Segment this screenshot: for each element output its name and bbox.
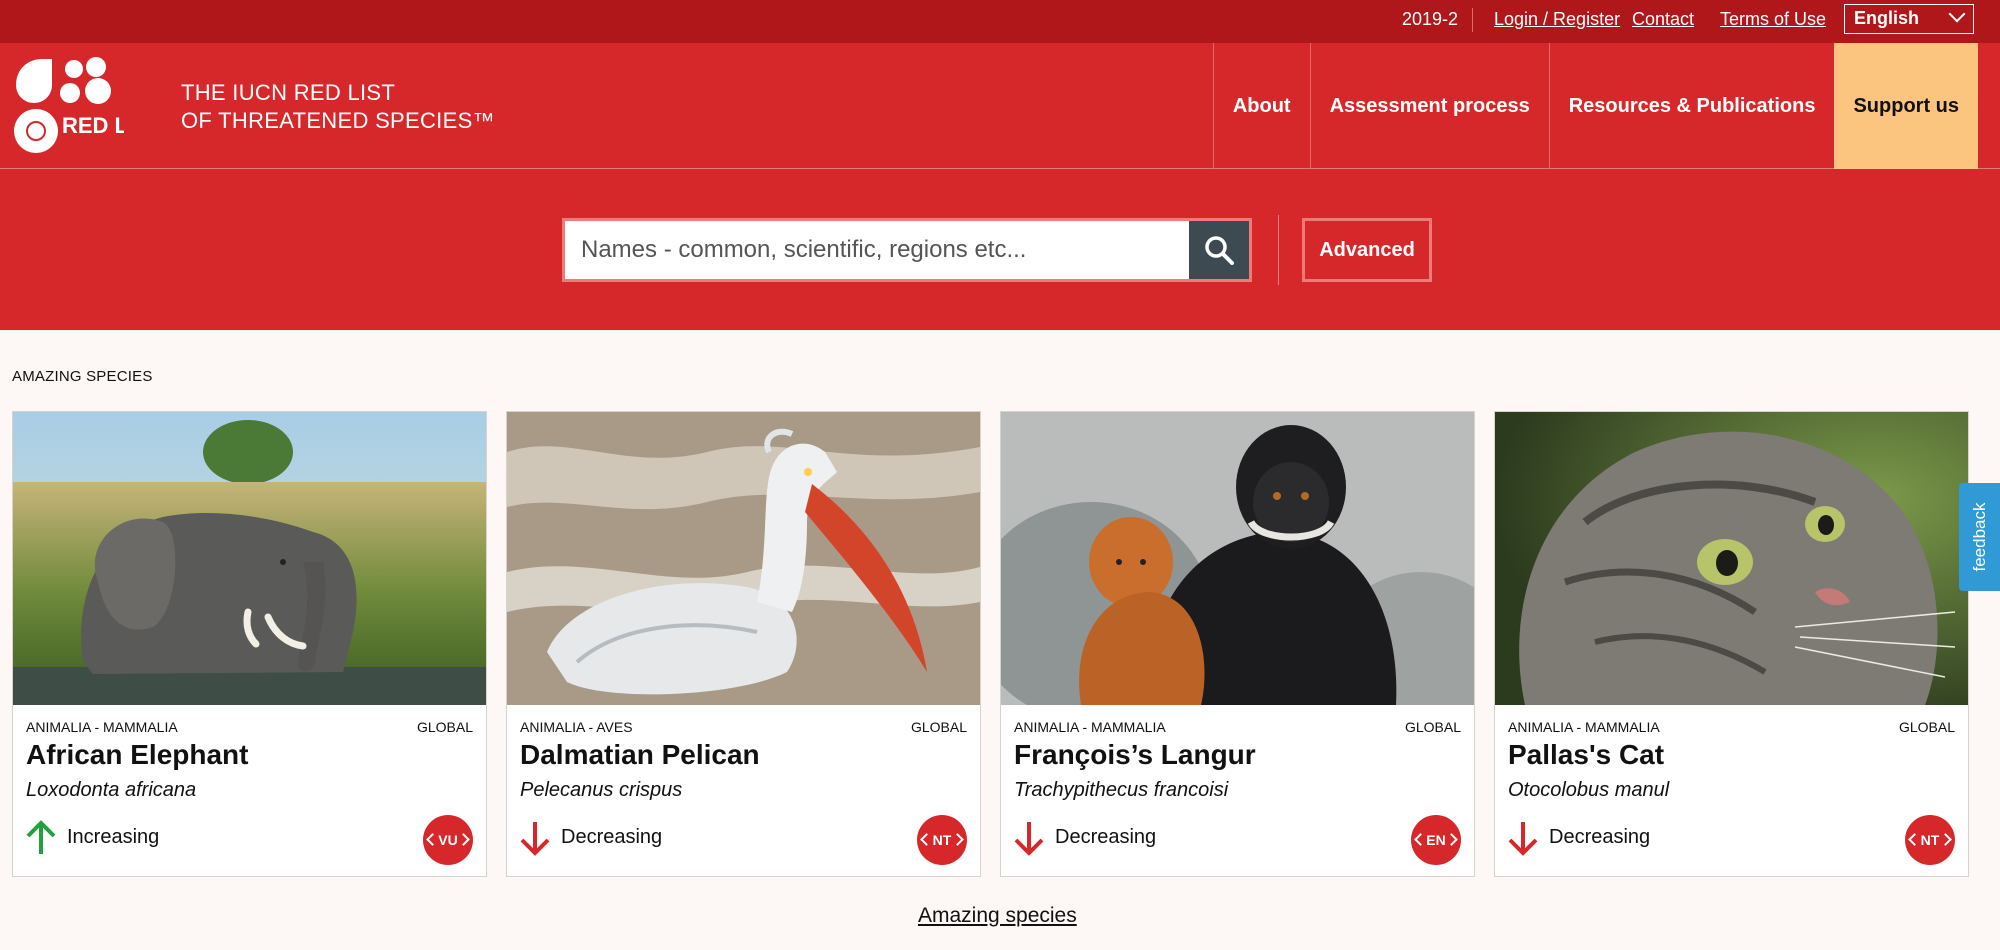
red-list-logo[interactable]: RED LIST [14, 57, 124, 157]
arrow-down-icon [520, 822, 550, 856]
common-name: African Elephant [26, 739, 249, 770]
taxonomy-label: ANIMALIA - MAMMALIA [1014, 719, 1166, 735]
common-name: François’s Langur [1014, 739, 1256, 770]
arrow-down-icon [1508, 822, 1538, 856]
top-bar: 2019-2 Login / Register Contact Terms of… [0, 0, 2000, 43]
site-title-line2: OF THREATENED SPECIES™ [181, 108, 495, 133]
arrow-up-icon [26, 820, 56, 854]
scientific-name: Trachypithecus francoisi [1014, 779, 1229, 801]
status-code: NT [932, 832, 952, 848]
scientific-name: Otocolobus manul [1508, 779, 1670, 801]
nav-about[interactable]: About [1212, 43, 1310, 169]
search-band: Advanced [0, 169, 2000, 330]
status-badge[interactable]: EN [1411, 815, 1461, 865]
species-photo [507, 412, 980, 705]
status-code: VU [438, 832, 458, 848]
nav-support-us[interactable]: Support us [1834, 43, 1978, 169]
species-card[interactable]: ANIMALIA - MAMMALIA GLOBAL Pallas's Cat … [1494, 411, 1969, 877]
status-badge[interactable]: NT [1905, 815, 1955, 865]
taxonomy-label: ANIMALIA - AVES [520, 719, 633, 735]
species-card[interactable]: ANIMALIA - MAMMALIA GLOBAL François’s La… [1000, 411, 1475, 877]
population-trend: Decreasing [1549, 826, 1651, 848]
advanced-search-button[interactable]: Advanced [1302, 218, 1432, 282]
search-icon [1205, 236, 1234, 265]
species-card[interactable]: ANIMALIA - MAMMALIA GLOBAL African Eleph… [12, 411, 487, 877]
main-nav: About Assessment process Resources & Pub… [1212, 43, 1978, 169]
search-button[interactable] [1189, 221, 1249, 279]
common-name: Pallas's Cat [1508, 739, 1665, 770]
scope-label: GLOBAL [1404, 719, 1461, 735]
language-select[interactable]: English [1844, 4, 1974, 34]
scientific-name: Pelecanus crispus [520, 779, 683, 801]
nav-resources-publications[interactable]: Resources & Publications [1548, 43, 1835, 169]
site-header: RED LIST THE IUCN RED LIST OF THREATENED… [0, 43, 2000, 169]
population-trend: Increasing [67, 826, 160, 848]
divider [1278, 215, 1279, 285]
language-value: English [1854, 8, 1920, 28]
status-code: NT [1920, 832, 1940, 848]
status-badge[interactable]: VU [423, 815, 473, 865]
scope-label: GLOBAL [1898, 719, 1955, 735]
population-trend: Decreasing [561, 826, 663, 848]
scope-label: GLOBAL [416, 719, 473, 735]
nav-assessment-process[interactable]: Assessment process [1309, 43, 1549, 169]
species-photo [1495, 412, 1968, 705]
chevron-down-icon [1948, 5, 1966, 23]
search-box [562, 218, 1252, 282]
species-photo [13, 412, 486, 705]
feedback-tab[interactable]: feedback [1959, 483, 2000, 591]
terms-of-use-link[interactable]: Terms of Use [1720, 9, 1826, 30]
search-input[interactable] [565, 221, 1185, 279]
site-title-line1: THE IUCN RED LIST [181, 80, 396, 105]
species-photo [1001, 412, 1474, 705]
status-code: EN [1426, 832, 1446, 848]
scope-label: GLOBAL [910, 719, 967, 735]
scientific-name: Loxodonta africana [26, 779, 197, 801]
taxonomy-label: ANIMALIA - MAMMALIA [1508, 719, 1660, 735]
population-trend: Decreasing [1055, 826, 1157, 848]
status-badge[interactable]: NT [917, 815, 967, 865]
logo-text: RED LIST [62, 113, 124, 138]
feedback-label: feedback [1969, 502, 1989, 572]
species-card[interactable]: ANIMALIA - AVES GLOBAL Dalmatian Pelican… [506, 411, 981, 877]
contact-link[interactable]: Contact [1632, 9, 1694, 30]
section-heading: AMAZING SPECIES [12, 368, 153, 385]
site-title[interactable]: THE IUCN RED LIST OF THREATENED SPECIES™ [181, 79, 495, 135]
amazing-species-link[interactable]: Amazing species [918, 904, 1077, 928]
arrow-down-icon [1014, 822, 1044, 856]
version-label: 2019-2 [1402, 9, 1459, 29]
divider [1472, 8, 1473, 32]
login-register-link[interactable]: Login / Register [1494, 9, 1620, 30]
common-name: Dalmatian Pelican [520, 739, 760, 770]
taxonomy-label: ANIMALIA - MAMMALIA [26, 719, 178, 735]
